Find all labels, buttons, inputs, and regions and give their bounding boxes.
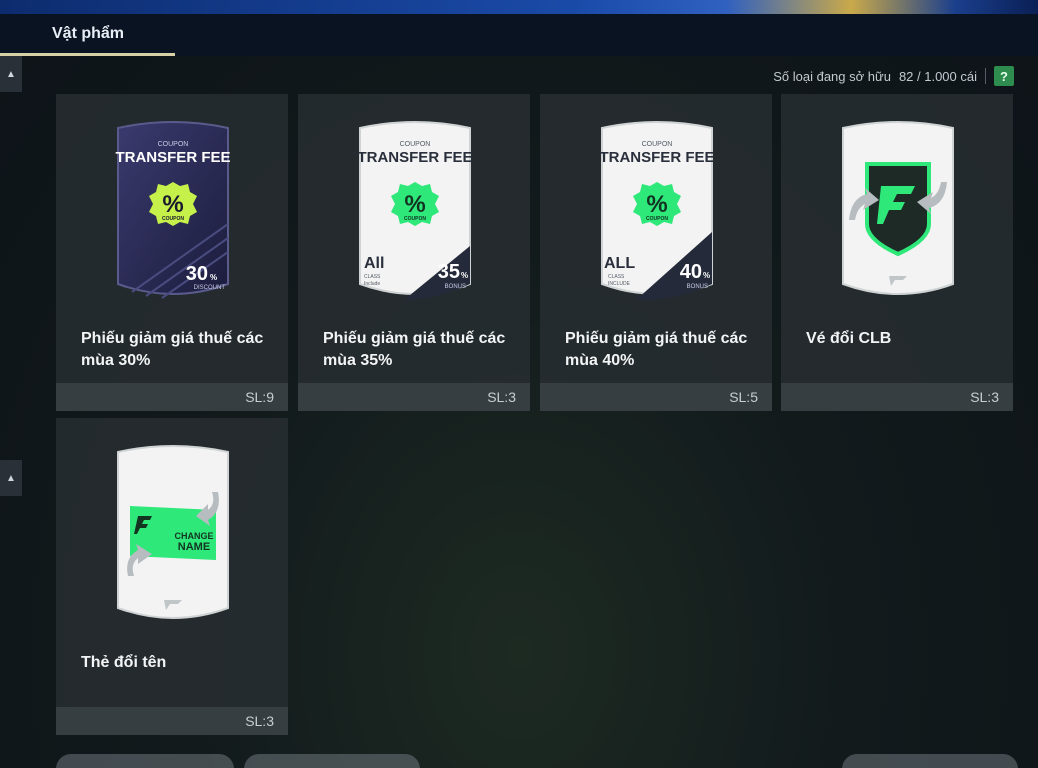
bottom-action-button[interactable] bbox=[56, 754, 234, 768]
art-include-text: INCLUDE bbox=[608, 281, 631, 287]
bottom-action-button[interactable] bbox=[842, 754, 1018, 768]
art-coupon-text: COUPON bbox=[158, 141, 189, 148]
art-caption-text: BONUS bbox=[445, 284, 466, 290]
art-percent-text: 35 bbox=[438, 261, 460, 283]
art-class-text: CLASS bbox=[608, 274, 625, 280]
chevron-up-icon: ▲ bbox=[6, 68, 16, 80]
chevron-up-icon: ▲ bbox=[6, 472, 16, 484]
art-caption-text: BONUS bbox=[687, 284, 708, 290]
club-change-ticket-icon bbox=[842, 121, 954, 295]
art-all-text: All bbox=[364, 255, 384, 272]
art-change-text: CHANGE bbox=[174, 531, 213, 541]
svg-text:%: % bbox=[404, 191, 425, 218]
item-qty: SL:3 bbox=[781, 383, 1013, 411]
owned-label: Số loại đang sở hữu bbox=[773, 68, 891, 84]
item-qty: SL:3 bbox=[298, 383, 530, 411]
item-card[interactable]: COUPON TRANSFER FEE % COUPON 30 % DISCOU… bbox=[56, 94, 288, 411]
item-qty-label: SL:3 bbox=[245, 713, 274, 729]
item-qty-label: SL:9 bbox=[245, 389, 274, 405]
item-card[interactable]: Vé đổi CLB SL:3 bbox=[781, 94, 1013, 411]
art-badge-text: COUPON bbox=[646, 216, 668, 222]
bottom-action-button[interactable] bbox=[244, 754, 420, 768]
item-qty-label: SL:3 bbox=[970, 389, 999, 405]
item-qty: SL:5 bbox=[540, 383, 772, 411]
item-name: Vé đổi CLB bbox=[806, 330, 892, 347]
art-class-text: CLASS bbox=[364, 274, 381, 280]
item-qty-label: SL:5 bbox=[729, 389, 758, 405]
art-percent-sign: % bbox=[703, 271, 710, 280]
art-percent-text: 30 bbox=[186, 263, 208, 285]
help-button[interactable]: ? bbox=[994, 66, 1014, 86]
art-title-text: TRANSFER FEE bbox=[357, 149, 472, 166]
divider bbox=[985, 68, 986, 84]
top-banner bbox=[0, 0, 1038, 14]
art-all-text: ALL bbox=[604, 255, 635, 272]
transfer-fee-coupon-30-icon: COUPON TRANSFER FEE % COUPON 30 % DISCOU… bbox=[115, 121, 231, 299]
art-coupon-text: COUPON bbox=[400, 141, 431, 148]
transfer-fee-coupon-40-icon: COUPON TRANSFER FEE % COUPON ALL CLASS I… bbox=[599, 121, 715, 300]
owned-count: Số loại đang sở hữu 82 / 1.000 cái ? bbox=[773, 66, 1014, 86]
item-card[interactable]: CHANGE NAME Thẻ đổi tên SL:3 bbox=[56, 418, 288, 735]
art-include-text: Include bbox=[364, 281, 380, 287]
item-qty-label: SL:3 bbox=[487, 389, 516, 405]
art-badge-text: COUPON bbox=[404, 216, 426, 222]
item-name: Phiếu giảm giá thuế các mùa 35% bbox=[323, 330, 506, 369]
art-caption-text: DISCOUNT bbox=[194, 285, 226, 291]
art-coupon-text: COUPON bbox=[642, 141, 673, 148]
owned-value: 82 / 1.000 cái bbox=[898, 68, 977, 84]
tab-items[interactable]: Vật phẩm bbox=[0, 14, 175, 56]
item-name: Thẻ đổi tên bbox=[81, 654, 167, 671]
svg-text:%: % bbox=[162, 191, 183, 218]
item-qty: SL:9 bbox=[56, 383, 288, 411]
svg-text:%: % bbox=[646, 191, 667, 218]
art-title-text: TRANSFER FEE bbox=[115, 149, 230, 166]
art-name-text: NAME bbox=[178, 541, 210, 553]
art-title-text: TRANSFER FEE bbox=[599, 149, 714, 166]
item-card[interactable]: COUPON TRANSFER FEE % COUPON All CLASS I… bbox=[298, 94, 530, 411]
item-name: Phiếu giảm giá thuế các mùa 40% bbox=[565, 330, 748, 369]
left-collapse-handle-2[interactable]: ▲ bbox=[0, 460, 22, 496]
art-percent-sign: % bbox=[210, 273, 217, 282]
tab-bar: Vật phẩm bbox=[0, 14, 1038, 56]
transfer-fee-coupon-35-icon: COUPON TRANSFER FEE % COUPON All CLASS I… bbox=[357, 121, 473, 300]
art-percent-text: 40 bbox=[680, 261, 702, 283]
left-collapse-handle[interactable]: ▲ bbox=[0, 56, 22, 92]
item-qty: SL:3 bbox=[56, 707, 288, 735]
item-name: Phiếu giảm giá thuế các mùa 30% bbox=[81, 330, 264, 369]
art-percent-sign: % bbox=[461, 271, 468, 280]
item-card[interactable]: COUPON TRANSFER FEE % COUPON ALL CLASS I… bbox=[540, 94, 772, 411]
name-change-card-icon: CHANGE NAME bbox=[117, 445, 229, 619]
art-badge-text: COUPON bbox=[162, 216, 184, 222]
